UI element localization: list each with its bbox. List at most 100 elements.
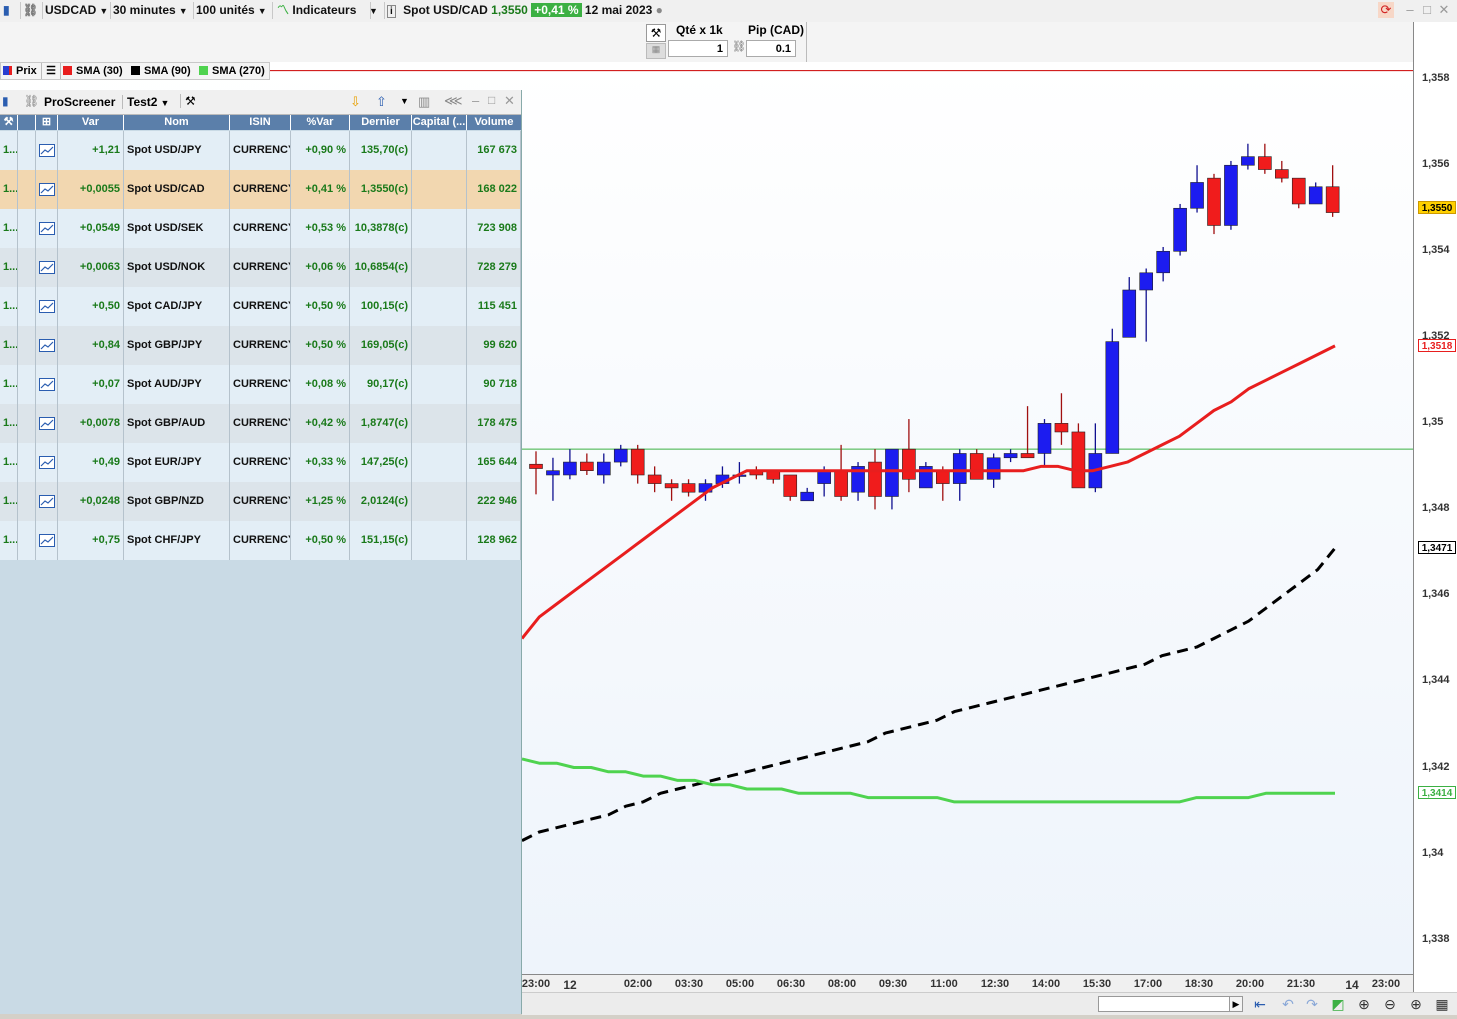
keypad-icon[interactable]: ▦ [646,43,666,59]
zoom-area-icon[interactable]: ⊕ [1354,995,1374,1013]
refresh-icon[interactable]: ⟳ [1378,2,1394,18]
legend-item-sma270[interactable]: SMA (270) [199,63,265,79]
cell-var: +0,0248 [58,482,124,521]
mini-chart-icon[interactable] [36,170,58,209]
goto-end-icon[interactable]: ⇤ [1250,995,1270,1013]
zoom-in-icon[interactable]: ⊕ [1406,995,1426,1013]
screener-column-headers: ⚒ ⊞ Var Nom ISIN %Var Dernier Capital (.… [0,115,521,130]
table-row[interactable]: 1... +0,0248 Spot GBP/NZD CURRENCY +1,25 % 2,… [0,482,521,521]
chart-thumbnail-icon[interactable] [39,533,55,547]
chart-settings-icon[interactable]: ◩ [1328,995,1348,1013]
column-header-volume[interactable]: Volume [467,115,521,130]
link-icon[interactable]: ⛓ [20,2,43,19]
info-icon[interactable]: i [387,5,396,18]
indicators-dropdown[interactable]: ▼ [366,2,385,19]
cell-volume: 165 644 [467,443,521,482]
wrench-icon[interactable]: ⚒ [646,24,666,42]
mini-chart-icon[interactable] [36,248,58,287]
candlestick-icon[interactable]: ▮ [0,2,21,19]
chevron-down-icon: ▼ [257,6,267,16]
mini-chart-icon[interactable] [36,404,58,443]
column-header-capital[interactable]: Capital (... [412,115,467,130]
mini-chart-icon[interactable] [36,209,58,248]
cell-isin: CURRENCY [230,521,291,560]
share-icon[interactable]: ⋘ [444,93,463,109]
qty-input[interactable]: 1 [668,40,728,57]
time-axis[interactable]: 23:00 12 02:00 03:30 05:00 06:30 08:00 09:30 11:… [522,974,1413,993]
mini-chart-icon[interactable] [36,287,58,326]
symbol-select[interactable]: USDCAD ▼ [42,2,111,19]
mini-chart-icon[interactable] [36,521,58,560]
chart-thumbnail-icon[interactable] [39,182,55,196]
chart-thumbnail-icon[interactable] [39,299,55,313]
upload-icon[interactable]: ⇧ [376,94,387,110]
chart-thumbnail-icon[interactable] [39,494,55,508]
chart-thumbnail-icon[interactable] [39,377,55,391]
mini-chart-icon[interactable] [36,443,58,482]
redo-icon[interactable]: ↷ [1302,995,1322,1013]
time-tick-label: 09:30 [878,978,908,990]
candle-body [1325,186,1340,213]
zoom-out-icon[interactable]: ⊖ [1380,995,1400,1013]
candlestick-icon[interactable]: ▮ [2,94,18,110]
table-row[interactable]: 1... +0,75 Spot CHF/JPY CURRENCY +0,50 % 151,… [0,521,521,560]
list-icon[interactable]: ☰ [41,63,61,79]
chart-thumbnail-icon[interactable] [39,143,55,157]
table-row[interactable]: 1... +1,21 Spot USD/JPY CURRENCY +0,90 % 135,… [0,131,521,170]
mini-chart-icon[interactable] [36,365,58,404]
table-row[interactable]: 1... +0,0055 Spot USD/CAD CURRENCY +0,41 % 1,… [0,170,521,209]
legend-item-sma30[interactable]: SMA (30) [63,63,123,79]
column-header-var[interactable]: Var [58,115,124,130]
download-icon[interactable]: ⇩ [350,94,361,110]
layout-icon[interactable]: ▥ [418,94,430,110]
horizontal-scrollbar[interactable] [1098,996,1235,1012]
column-header-isin[interactable]: ISIN [230,115,291,130]
cell-var: +0,0055 [58,170,124,209]
table-row[interactable]: 1... +0,0549 Spot USD/SEK CURRENCY +0,53 % 10… [0,209,521,248]
column-header-pvar[interactable]: %Var [291,115,350,130]
chevron-down-icon[interactable]: ▼ [400,96,409,106]
mini-chart-icon[interactable] [36,131,58,170]
chart-thumbnail-icon[interactable] [39,416,55,430]
scroll-right-icon[interactable]: ▶ [1229,996,1243,1012]
column-header-nom[interactable]: Nom [124,115,230,130]
legend-item-price[interactable]: Prix [3,63,37,79]
chart-thumbnail-icon[interactable] [39,338,55,352]
close-icon[interactable]: ✕ [504,93,515,109]
price-axis[interactable]: 1,358 1,356 1,354 1,352 1,35 1,348 1,346 1,344 1… [1413,22,1457,997]
cell-isin: CURRENCY [230,209,291,248]
mini-chart-icon[interactable] [36,326,58,365]
table-row[interactable]: 1... +0,0063 Spot USD/NOK CURRENCY +0,06 % 10… [0,248,521,287]
pip-input[interactable]: 0.1 [746,40,796,57]
units-select[interactable]: 100 unités ▼ [193,2,273,19]
table-row[interactable]: 1... +0,50 Spot CAD/JPY CURRENCY +0,50 % 100,… [0,287,521,326]
chart-thumbnail-icon[interactable] [39,221,55,235]
close-icon[interactable]: ✕ [1436,2,1452,18]
table-row[interactable]: 1... +0,0078 Spot GBP/AUD CURRENCY +0,42 % 1,… [0,404,521,443]
chart-thumbnail-icon[interactable] [39,455,55,469]
chart-thumbnail-icon[interactable] [39,260,55,274]
mini-chart-icon[interactable] [36,482,58,521]
time-tick-label: 21:30 [1286,978,1316,990]
undo-icon[interactable]: ↶ [1278,995,1298,1013]
timeframe-select[interactable]: 30 minutes ▼ [110,2,194,19]
maximize-icon[interactable]: □ [1419,2,1435,18]
legend-item-sma90[interactable]: SMA (90) [131,63,191,79]
column-header-dernier[interactable]: Dernier [350,115,412,130]
indicators-button[interactable]: 〽 Indicateurs [274,2,371,19]
minimize-icon[interactable]: – [1402,2,1418,18]
table-row[interactable]: 1... +0,07 Spot AUD/JPY CURRENCY +0,08 % 90,1… [0,365,521,404]
row-prefix: 1... [0,131,18,170]
table-row[interactable]: 1... +0,84 Spot GBP/JPY CURRENCY +0,50 % 169,… [0,326,521,365]
link-icon[interactable]: ⛓ [24,94,40,110]
minimize-icon[interactable]: – [472,93,479,108]
tools-icon[interactable]: ⚒ [0,115,18,130]
add-chart-icon[interactable]: ⊞ [36,115,58,130]
table-row[interactable]: 1... +0,49 Spot EUR/JPY CURRENCY +0,33 % 147,… [0,443,521,482]
wrench-icon[interactable]: ⚒ [180,94,196,108]
keyboard-icon[interactable]: ▦ [1432,995,1452,1013]
screener-preset-select[interactable]: Test2 ▼ [122,95,169,109]
row-prefix: 1... [0,521,18,560]
link-icon[interactable]: ⛓ [732,40,746,57]
maximize-icon[interactable]: □ [488,93,495,107]
